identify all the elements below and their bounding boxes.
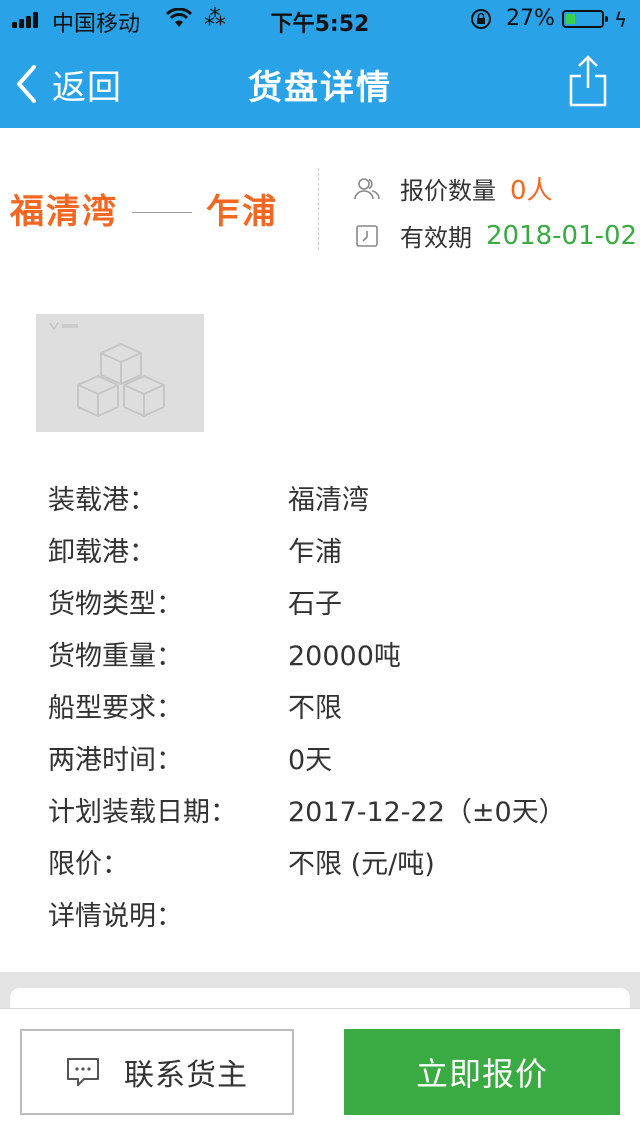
detail-value: 2017-12-22（±0天） (288, 797, 566, 828)
detail-value: 20000吨 (288, 641, 401, 672)
validity-row: 有效期 2018-01-02 (354, 218, 637, 253)
quote-now-button[interactable]: 立即报价 (344, 1029, 620, 1115)
cargo-image-placeholder[interactable] (36, 314, 204, 432)
detail-row: 卸载港： 乍浦 (48, 526, 628, 578)
detail-label: 两港时间： (48, 745, 183, 776)
rotation-lock-icon (471, 9, 491, 29)
detail-value: 0天 (288, 745, 333, 776)
contact-owner-label: 联系货主 (124, 1058, 248, 1093)
top-bar: 中国移动 ⁂ 下午5:52 27% ϟ 返回 货盘详情 (0, 0, 640, 128)
users-icon (354, 177, 380, 199)
detail-row: 计划装载日期： 2017-12-22（±0天） (48, 786, 628, 838)
detail-label: 限价： (48, 849, 129, 880)
destination-port: 乍浦 (206, 192, 278, 232)
bottom-action-bar: 联系货主 立即报价 (0, 1008, 640, 1137)
origin-port: 福清湾 (10, 192, 118, 232)
quote-count-value: 0人 (510, 176, 553, 206)
detail-label: 货物类型： (48, 589, 183, 620)
validity-label: 有效期 (400, 224, 472, 252)
clock-icon (356, 224, 378, 247)
detail-row: 装载港： 福清湾 (48, 474, 628, 526)
detail-value: 福清湾 (288, 485, 369, 516)
detail-row: 限价： 不限 (元/吨) (48, 838, 628, 890)
share-icon[interactable] (568, 54, 608, 108)
route: 福清湾 乍浦 (10, 184, 278, 233)
detail-row: 货物类型： 石子 (48, 578, 628, 630)
battery-percent: 27% (506, 6, 555, 31)
detail-label: 装载港： (48, 485, 156, 516)
detail-value: 不限 (288, 693, 342, 724)
detail-row: 货物重量： 20000吨 (48, 630, 628, 682)
detail-label: 计划装载日期： (48, 797, 237, 828)
detail-label: 卸载港： (48, 537, 156, 568)
battery-icon (562, 10, 608, 28)
page-title: 货盘详情 (248, 68, 392, 108)
validity-value: 2018-01-02 (486, 220, 638, 251)
message-icon (67, 1058, 99, 1086)
cargo-details: 装载港： 福清湾 卸载港： 乍浦 货物类型： 石子 货物重量： 20000吨 船型要求：… (48, 474, 628, 942)
nav-bar: 返回 货盘详情 (0, 40, 640, 128)
quote-count-label: 报价数量 (400, 177, 496, 205)
charging-bolt-icon: ϟ (614, 8, 628, 32)
detail-label: 船型要求： (48, 693, 183, 724)
detail-label: 货物重量： (48, 641, 183, 672)
route-summary: 福清湾 乍浦 报价数量 0人 有效期 2018-01-02 (0, 128, 640, 278)
boxes-icon (77, 343, 165, 417)
route-arrow-line (132, 212, 192, 213)
watermark-logo (49, 322, 78, 331)
detail-value: 乍浦 (288, 537, 342, 568)
contact-owner-button[interactable]: 联系货主 (20, 1029, 294, 1115)
detail-row: 详情说明： (48, 890, 628, 942)
detail-row: 船型要求： 不限 (48, 682, 628, 734)
quote-now-label: 立即报价 (415, 1055, 548, 1093)
detail-row: 两港时间： 0天 (48, 734, 628, 786)
divider (318, 168, 319, 250)
quote-count-row: 报价数量 0人 (354, 170, 553, 207)
status-bar: 中国移动 ⁂ 下午5:52 27% ϟ (0, 0, 640, 40)
detail-value: 不限 (元/吨) (288, 849, 435, 880)
detail-value: 石子 (288, 589, 342, 620)
detail-label: 详情说明： (48, 901, 183, 932)
